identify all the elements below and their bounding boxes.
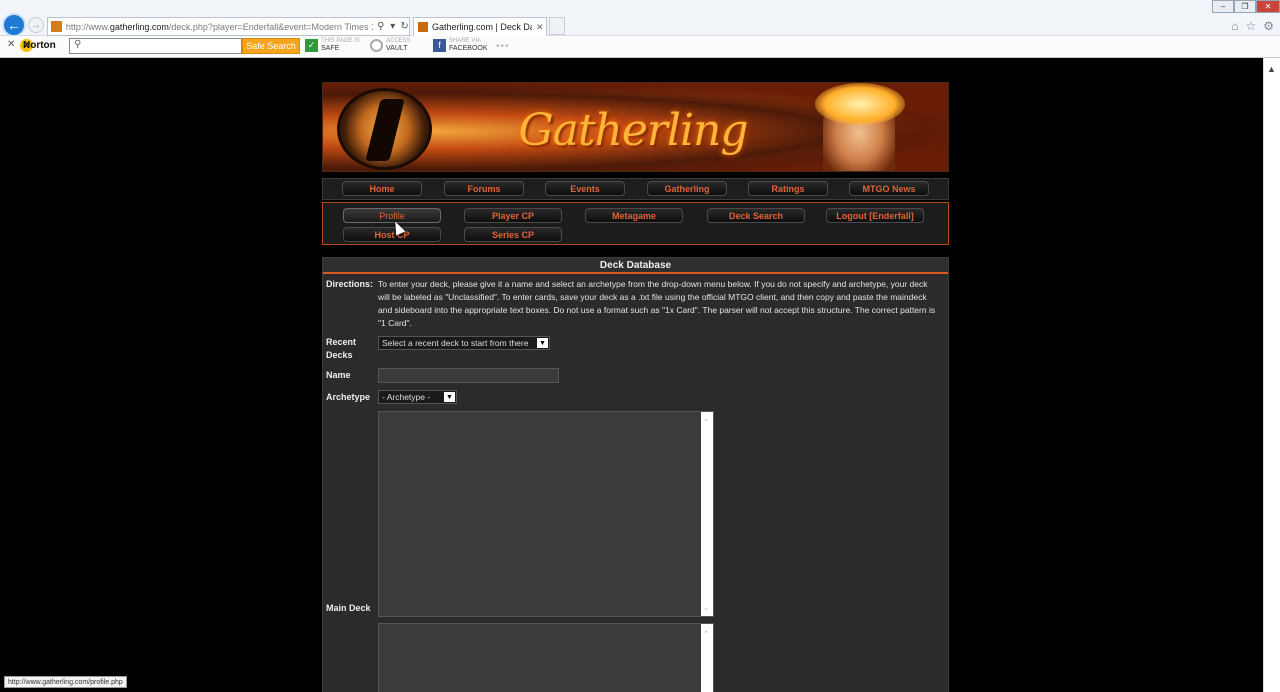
address-url[interactable]: http://www.gatherling.com/deck.php?playe… [66,22,374,32]
scroll-down-icon[interactable]: ⌄ [703,604,709,612]
check-shield-icon: ✓ [305,38,318,52]
nav-metagame-button[interactable]: Metagame [585,208,683,223]
page-safe-indicator[interactable]: ✓ THIS PAGE IS SAFE [305,38,360,52]
scroll-up-icon[interactable]: ⌃ [703,630,709,638]
tab-favicon-icon [418,22,428,32]
scroll-up-icon[interactable]: ▲ [1267,64,1276,74]
close-tab-icon[interactable]: ✕ [536,22,544,33]
deck-database-title: Deck Database [323,258,948,274]
scrollbar-thumb[interactable] [1266,136,1278,664]
textarea-scrollbar[interactable]: ⌃ ⌄ [701,412,713,616]
nav-home-button[interactable]: Home [342,181,422,196]
browser-tab-active[interactable]: Gatherling.com | Deck Data... ✕ [413,17,547,36]
vault-icon [370,38,383,52]
nav-forums-button[interactable]: Forums [444,181,524,196]
arrow-right-icon: → [31,19,41,31]
recent-decks-label: Recent Decks [326,336,356,362]
main-deck-textarea[interactable]: ⌃ ⌄ [378,411,714,617]
deck-name-input[interactable] [378,368,559,383]
access-vault-button[interactable]: ACCESS VAULT [370,38,411,52]
gatherling-sigil-logo [337,88,432,170]
norton-logo[interactable]: ✓ Norton [20,39,56,52]
norton-search-input[interactable]: ⚲ [69,38,242,54]
minimize-button[interactable]: – [1212,0,1234,13]
new-tab-button[interactable] [549,17,565,35]
archetype-label: Archetype [326,392,371,402]
nav-host-cp-button[interactable]: Host CP [343,227,441,242]
fb-top-text: SHARE VIA [449,38,482,44]
fb-bottom-text: FACEBOOK [449,45,488,52]
refresh-icon[interactable]: ↻ [400,21,409,32]
archetype-select[interactable]: - Archetype - ▼ [378,390,457,404]
search-icon[interactable]: ⚲ [376,21,385,32]
search-icon: ⚲ [74,39,82,50]
vault-top-text: ACCESS [386,38,411,44]
arrow-left-icon: ← [7,17,21,33]
settings-gear-icon[interactable]: ⚙ [1263,19,1274,33]
forward-button[interactable]: → [28,17,44,33]
banner-title: Gatherling [518,105,748,156]
browser-right-icons: ⌂ ☆ ⚙ [1231,19,1274,33]
name-label: Name [326,370,351,380]
address-bar[interactable]: http://www.gatherling.com/deck.php?playe… [47,17,410,36]
nav-profile-button[interactable]: Profile [343,208,441,223]
chandra-artwork [815,83,905,171]
vault-bottom-text: VAULT [386,45,408,52]
nav-mtgo-news-button[interactable]: MTGO News [849,181,929,196]
close-window-button[interactable]: ✕ [1256,0,1280,13]
nav-gatherling-button[interactable]: Gatherling [647,181,727,196]
main-deck-label: Main Deck [326,603,371,613]
directions-text: To enter your deck, please give it a nam… [378,279,936,328]
window-controls: – ❐ ✕ [1212,0,1280,13]
sideboard-textarea[interactable]: ⌃ [378,623,714,692]
recent-label-line-1: Recent [326,337,357,347]
url-domain: gatherling.com [109,21,169,32]
url-prefix: http://www. [65,21,110,32]
nav-player-cp-button[interactable]: Player CP [464,208,562,223]
site-banner[interactable]: Gatherling [322,82,949,172]
deck-database-panel: Deck Database Directions: To enter your … [322,257,949,692]
nav-ratings-button[interactable]: Ratings [748,181,828,196]
norton-label: Norton [23,40,56,51]
restore-button[interactable]: ❐ [1234,0,1256,13]
url-path: /deck.php?player=Enderfall&event=Modern … [168,21,373,32]
nav-events-button[interactable]: Events [545,181,625,196]
browser-chrome: ← → http://www.gatherling.com/deck.php?p… [0,0,1280,58]
scroll-up-icon[interactable]: ⌃ [703,418,709,426]
archetype-select-value: - Archetype - [382,392,431,402]
directions-label: Directions: [326,279,374,289]
safe-top-text: THIS PAGE IS [321,38,360,44]
back-button[interactable]: ← [2,13,26,37]
norton-toolbar: ✕ ✓ Norton ⚲ Safe Search ✓ THIS PAGE IS S… [0,36,1280,57]
chevron-down-icon[interactable]: ▼ [444,392,455,402]
page-scrollbar[interactable]: ▲ [1263,58,1280,692]
safe-search-button[interactable]: Safe Search [242,38,300,54]
site-favicon-icon [51,21,62,32]
recent-deck-select-value: Select a recent deck to start from there [382,338,529,348]
favorites-star-icon[interactable]: ☆ [1245,19,1256,33]
recent-label-line-2: Decks [326,350,353,360]
textarea-scrollbar[interactable]: ⌃ [701,624,713,692]
browser-tab-row: ← → http://www.gatherling.com/deck.php?p… [0,0,1280,37]
safe-bottom-text: SAFE [321,45,340,52]
main-nav: Home Forums Events Gatherling Ratings MT… [322,178,949,200]
control-panel-nav: Profile Player CP Metagame Deck Search L… [322,202,949,245]
close-toolbar-icon[interactable]: ✕ [7,39,15,50]
chevron-down-icon[interactable]: ▼ [537,338,548,348]
tab-title: Gatherling.com | Deck Data... [432,22,532,32]
nav-logout-button[interactable]: Logout [Enderfall] [826,208,924,223]
home-icon[interactable]: ⌂ [1231,19,1238,33]
recent-deck-select[interactable]: Select a recent deck to start from there… [378,336,550,350]
facebook-icon: f [433,38,446,52]
dropdown-icon[interactable]: ▾ [388,21,397,32]
nav-deck-search-button[interactable]: Deck Search [707,208,805,223]
status-bar-url: http://www.gatherling.com/profile.php [4,676,127,688]
more-dots-icon[interactable]: ••• [496,41,510,52]
nav-series-cp-button[interactable]: Series CP [464,227,562,242]
share-facebook-button[interactable]: f SHARE VIA FACEBOOK [433,38,488,52]
